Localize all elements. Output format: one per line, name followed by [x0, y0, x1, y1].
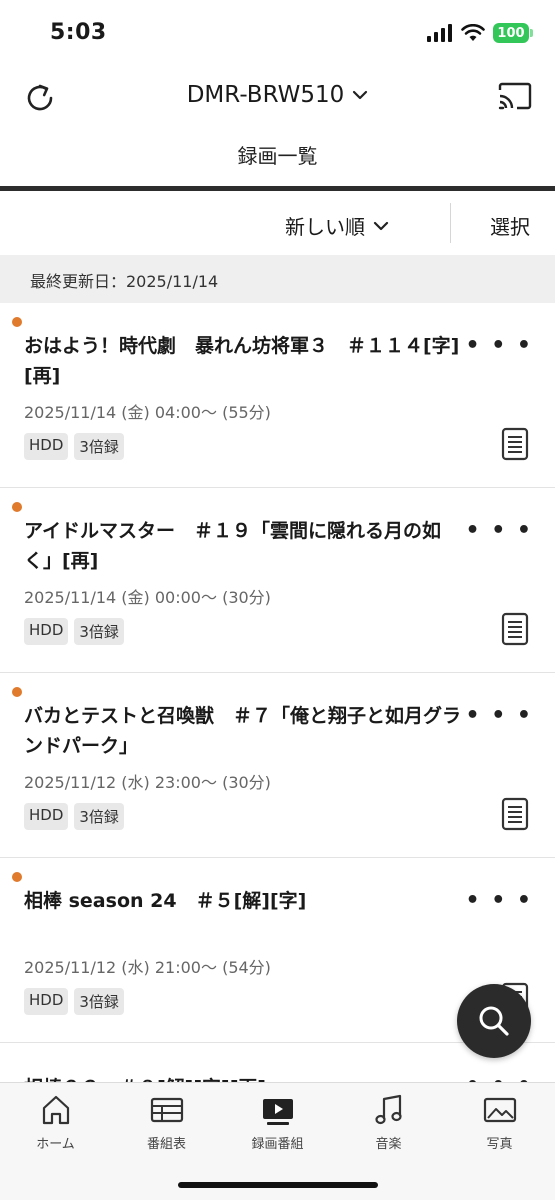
new-indicator [12, 872, 22, 882]
tab-label: ホーム [36, 1137, 75, 1152]
tab-label: 写真 [486, 1137, 513, 1152]
more-options-button[interactable]: • • • [465, 333, 533, 358]
chevron-down-icon [353, 90, 368, 100]
more-options-button[interactable]: • • • [465, 703, 533, 728]
tab-program-guide[interactable]: 番組表 [111, 1093, 222, 1152]
more-options-button[interactable]: • • • [465, 518, 533, 543]
screen: 5:03 100 DMR-BRW510 録画一覧 新しい順 選択 最終更新日：2… [0, 0, 555, 1200]
recording-title: 相棒 season 24 ＃５[解][字] [24, 890, 307, 912]
sort-order-label: 新しい順 [285, 215, 365, 239]
music-icon [374, 1094, 402, 1125]
recording-title: おはよう！時代劇 暴れん坊将軍３ ＃１１４[字][再] [24, 335, 460, 387]
recording-item[interactable]: おはよう！時代劇 暴れん坊将軍３ ＃１１４[字][再] • • • 2025/1… [0, 303, 555, 488]
recording-mode-badge: 3倍録 [74, 618, 124, 645]
recording-mode-badge: 3倍録 [74, 803, 124, 830]
tab-label: 録画番組 [251, 1137, 304, 1152]
badge-group: HDD 3倍録 [24, 988, 124, 1015]
storage-badge: HDD [24, 618, 69, 645]
search-icon [479, 1006, 509, 1036]
status-bar: 5:03 100 [0, 0, 555, 70]
storage-badge: HDD [24, 803, 69, 830]
status-icons: 100 [427, 23, 533, 43]
tab-home[interactable]: ホーム [0, 1093, 111, 1152]
battery-level: 100 [497, 25, 525, 41]
storage-badge: HDD [24, 433, 69, 460]
app-header: DMR-BRW510 [0, 70, 555, 130]
recording-datetime: 2025/11/12 (水) 23:00～ (30分) [24, 773, 271, 792]
more-options-button[interactable]: • • • [465, 888, 533, 913]
recording-mode-badge: 3倍録 [74, 988, 124, 1015]
program-info-icon[interactable] [501, 427, 529, 461]
program-info-icon[interactable] [501, 612, 529, 646]
program-guide-icon [150, 1097, 183, 1123]
wifi-icon [461, 24, 485, 41]
battery-icon: 100 [493, 23, 533, 43]
status-time: 5:03 [50, 20, 107, 45]
device-name: DMR-BRW510 [186, 82, 345, 108]
divider [450, 203, 451, 243]
storage-badge: HDD [24, 988, 69, 1015]
recording-item[interactable]: アイドルマスター ＃１９「雲間に隠れる月の如く」[再] • • • 2025/1… [0, 488, 555, 673]
chevron-down-icon [373, 221, 389, 230]
photo-icon [483, 1097, 516, 1123]
sort-bar: 新しい順 選択 [0, 191, 555, 255]
recording-title: バカとテストと召喚獣 ＃７「俺と翔子と如月グランドパーク」 [24, 705, 462, 757]
recorded-programs-icon [262, 1099, 293, 1125]
tab-music[interactable]: 音楽 [333, 1093, 444, 1152]
cellular-signal-icon [427, 24, 452, 42]
sort-order-button[interactable]: 新しい順 [285, 211, 389, 240]
tab-recorded-programs[interactable]: 録画番組 [222, 1093, 333, 1152]
new-indicator [12, 687, 22, 697]
search-button[interactable] [457, 984, 531, 1058]
new-indicator [12, 502, 22, 512]
recording-item[interactable]: バカとテストと召喚獣 ＃７「俺と翔子と如月グランドパーク」 • • • 2025… [0, 673, 555, 858]
device-selector[interactable]: DMR-BRW510 [0, 82, 555, 108]
select-button[interactable]: 選択 [490, 211, 530, 240]
tab-label: 音楽 [375, 1137, 402, 1152]
program-info-icon[interactable] [501, 797, 529, 831]
cast-icon[interactable] [497, 82, 533, 112]
home-icon [42, 1095, 69, 1125]
recording-datetime: 2025/11/12 (水) 21:00～ (54分) [24, 958, 271, 977]
new-indicator [12, 317, 22, 327]
home-indicator [178, 1182, 378, 1188]
tab-photos[interactable]: 写真 [444, 1093, 555, 1152]
recording-mode-badge: 3倍録 [74, 433, 124, 460]
tab-label: 番組表 [146, 1137, 186, 1152]
page-title: 録画一覧 [237, 144, 318, 168]
recording-datetime: 2025/11/14 (金) 04:00～ (55分) [24, 403, 271, 422]
badge-group: HDD 3倍録 [24, 803, 124, 830]
recording-datetime: 2025/11/14 (金) 00:00～ (30分) [24, 588, 271, 607]
recording-list: おはよう！時代劇 暴れん坊将軍３ ＃１１４[字][再] • • • 2025/1… [0, 303, 555, 1103]
badge-group: HDD 3倍録 [24, 433, 124, 460]
badge-group: HDD 3倍録 [24, 618, 124, 645]
last-updated: 最終更新日：2025/11/14 [0, 255, 555, 303]
recording-title: アイドルマスター ＃１９「雲間に隠れる月の如く」[再] [24, 520, 442, 572]
